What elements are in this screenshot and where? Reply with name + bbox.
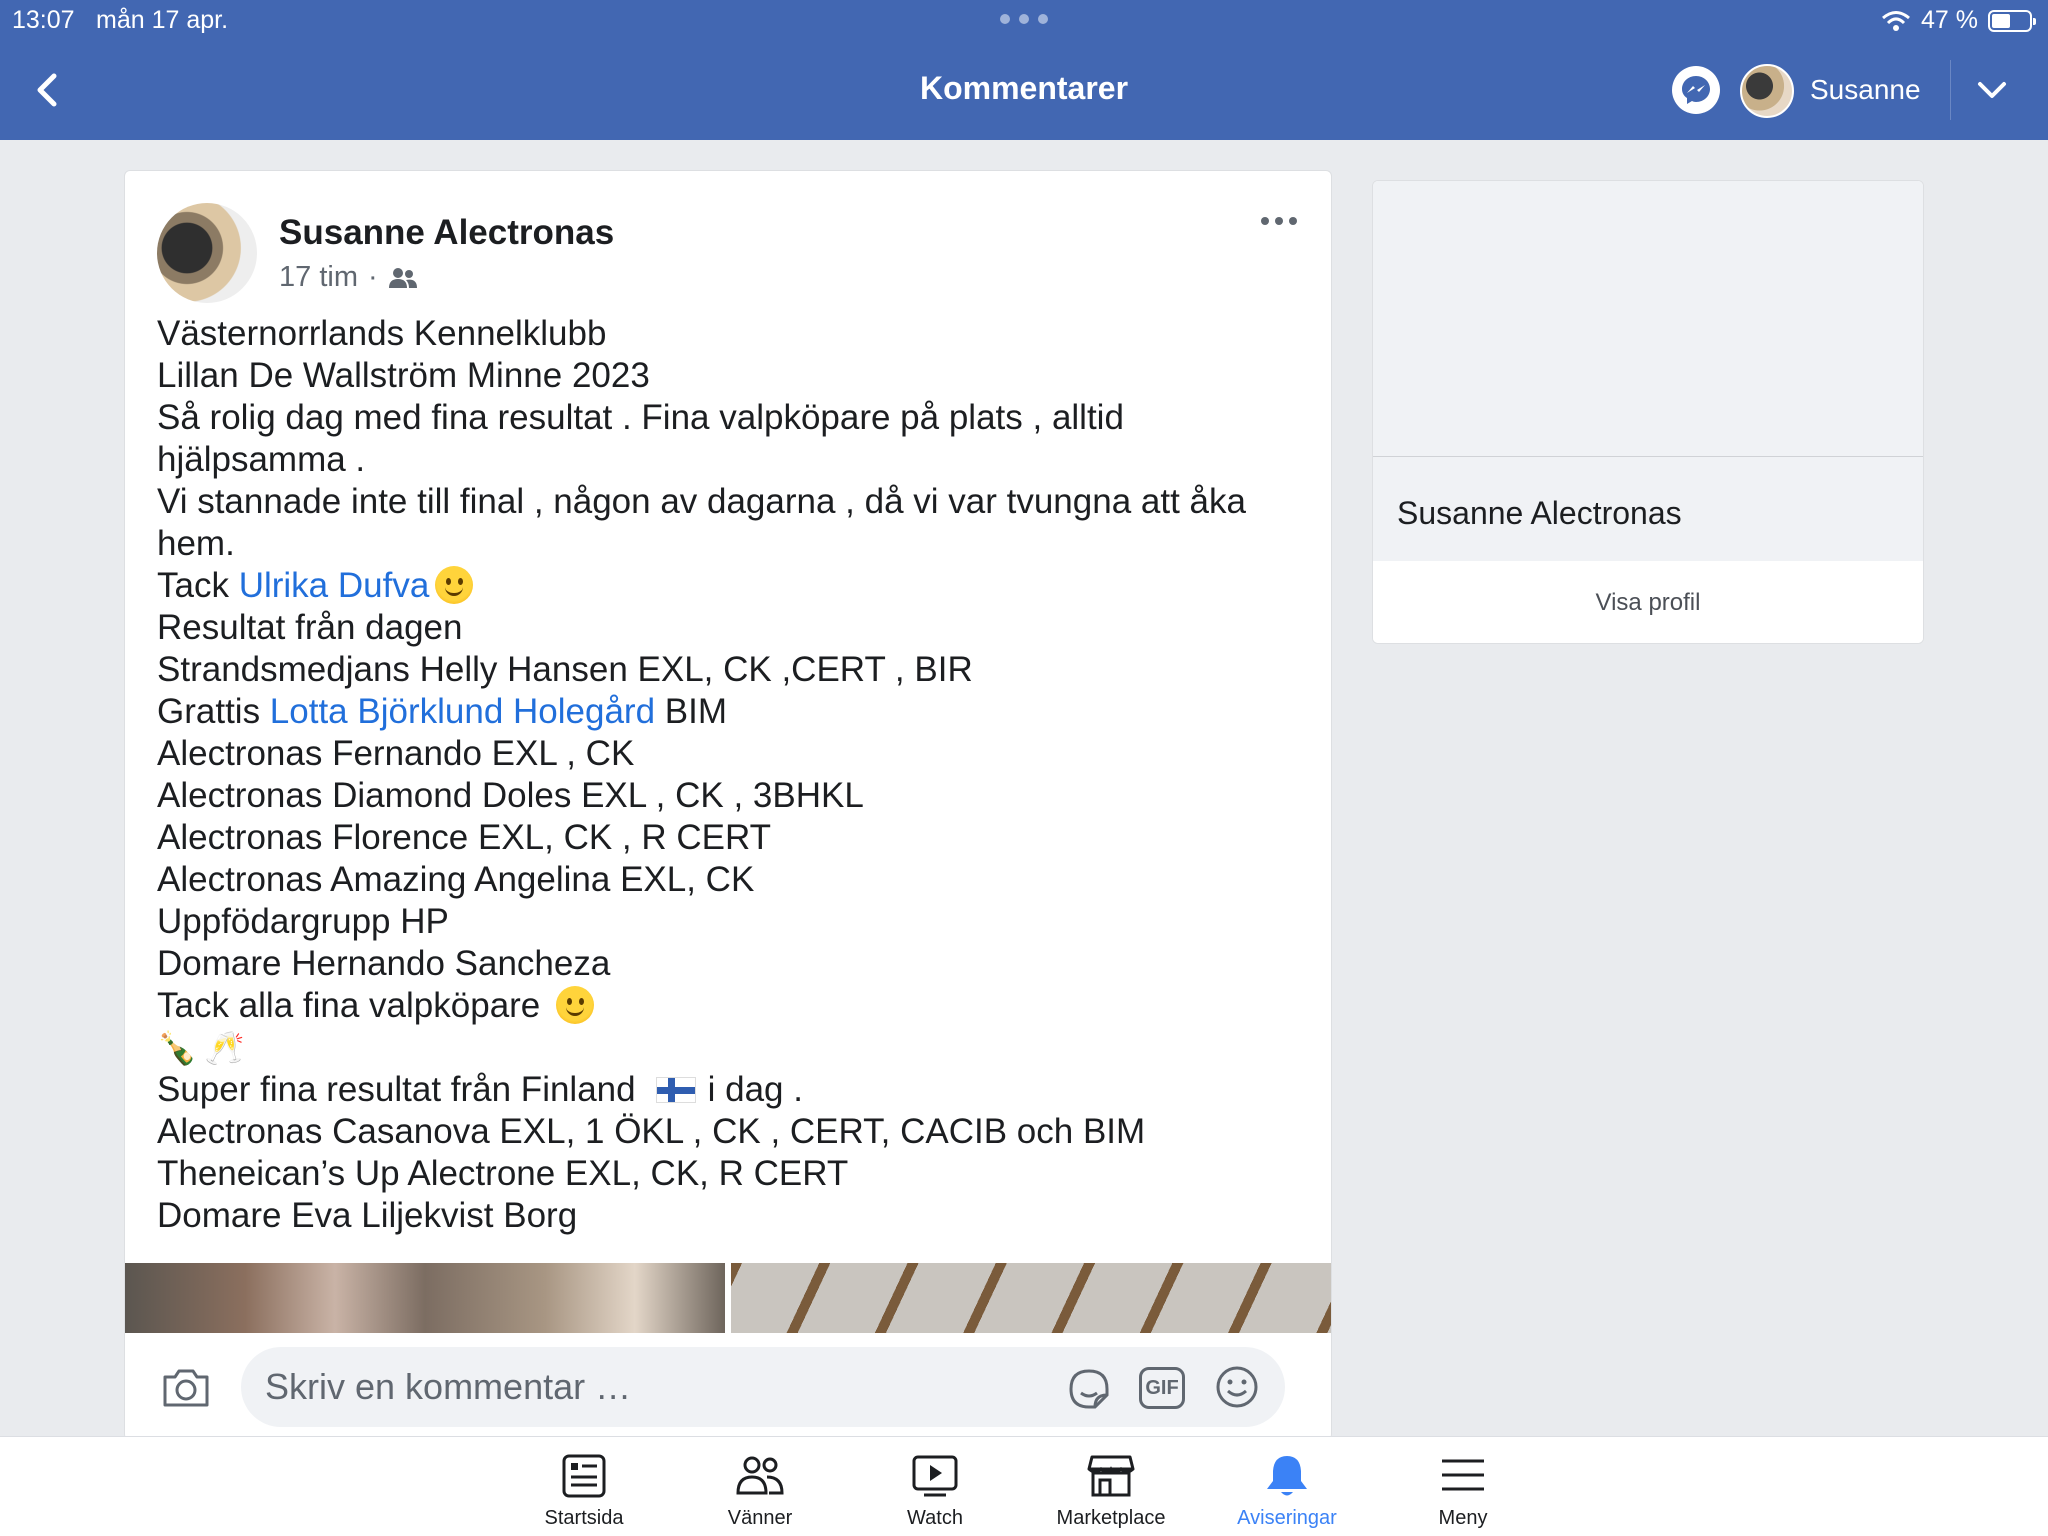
smile-emoji-icon	[435, 566, 474, 604]
wifi-icon	[1882, 10, 1910, 31]
tab-meny[interactable]: Meny	[1383, 1437, 1543, 1536]
friends-icon	[736, 1456, 784, 1495]
line-prefix: Tack	[157, 566, 239, 605]
bell-icon	[1267, 1456, 1307, 1496]
champagne-emoji-icon: 🍾🥂	[157, 1029, 253, 1067]
post-line: Alectronas Florence EXL, CK , R CERT	[157, 818, 772, 857]
post-photo[interactable]	[731, 1263, 1331, 1333]
mention-link[interactable]: Ulrika Dufva	[239, 566, 430, 605]
post-line: Domare Hernando Sancheza	[157, 944, 611, 983]
tab-label: Watch	[907, 1507, 963, 1529]
watch-icon	[912, 1455, 958, 1497]
line-prefix: Grattis	[157, 692, 270, 731]
post-line: Tack Ulrika Dufva	[157, 565, 1307, 607]
battery-icon	[1988, 9, 2036, 32]
smile-emoji-icon	[556, 986, 595, 1024]
tab-label: Startsida	[544, 1507, 624, 1529]
finland-flag-icon	[655, 1077, 696, 1103]
post-line: Uppfödargrupp HP	[157, 902, 449, 941]
profile-card: Susanne Alectronas Visa profil	[1372, 180, 1924, 644]
tab-vanner[interactable]: Vänner	[680, 1437, 840, 1536]
camera-icon[interactable]	[161, 1365, 211, 1409]
view-profile-button[interactable]: Visa profil	[1373, 561, 1923, 643]
post-line: Alectronas Casanova EXL, 1 ÖKL , CK , CE…	[157, 1112, 1146, 1151]
post-author[interactable]: Susanne Alectronas	[279, 213, 614, 253]
post-line: hjälpsamma .	[157, 440, 366, 479]
more-options-icon[interactable]	[1261, 217, 1297, 229]
tab-label: Vänner	[727, 1507, 793, 1529]
post-line: Tack alla fina valpköpare	[157, 985, 1307, 1027]
post-line: 🍾🥂	[157, 1027, 1307, 1069]
post-line: Domare Eva Liljekvist Borg	[157, 1196, 578, 1235]
post-line: Alectronas Amazing Angelina EXL, CK	[157, 860, 755, 899]
top-bar: 13:07 mån 17 apr. 47 % Kommentarer Susan…	[0, 0, 2048, 140]
multitasking-dots-icon[interactable]	[1000, 14, 1048, 26]
line-suffix: BIM	[655, 692, 727, 731]
comment-input[interactable]	[241, 1347, 1285, 1427]
post-line: hem.	[157, 524, 235, 563]
post-line: Alectronas Diamond Doles EXL , CK , 3BHK…	[157, 776, 864, 815]
post-photos	[125, 1263, 1331, 1333]
mention-link[interactable]: Lotta Björklund Holegård	[270, 692, 655, 731]
tab-label: Aviseringar	[1237, 1507, 1337, 1529]
tab-label: Marketplace	[1056, 1507, 1166, 1529]
post-photo[interactable]	[125, 1263, 725, 1333]
post-line: Super fina resultat från Finland i dag .	[157, 1069, 1307, 1111]
comment-composer: GIF	[125, 1333, 1331, 1439]
post-meta: 17 tim ·	[279, 261, 418, 294]
author-avatar[interactable]	[157, 203, 257, 303]
tab-watch[interactable]: Watch	[855, 1437, 1015, 1536]
tab-marketplace[interactable]: Marketplace	[1031, 1437, 1191, 1536]
header-user-name[interactable]: Susanne	[1810, 74, 1921, 106]
menu-icon	[1442, 1459, 1484, 1491]
post-line: Strandsmedjans Helly Hansen EXL, CK ,CER…	[157, 650, 973, 689]
profile-name[interactable]: Susanne Alectronas	[1397, 495, 1682, 532]
header-divider	[1950, 60, 1951, 120]
tab-startsida[interactable]: Startsida	[504, 1437, 664, 1536]
bottom-tab-bar: Startsida Vänner Watch Marketplace Avise…	[0, 1436, 2048, 1536]
post-line: Lillan De Wallström Minne 2023	[157, 356, 650, 395]
news-feed-icon	[562, 1454, 606, 1498]
post-line: Grattis Lotta Björklund Holegård BIM	[157, 691, 1307, 733]
tab-label: Meny	[1438, 1507, 1488, 1529]
tab-aviseringar[interactable]: Aviseringar	[1207, 1437, 1367, 1536]
chevron-down-icon[interactable]	[1974, 76, 2010, 104]
line-prefix: Super fina resultat från Finland	[157, 1070, 636, 1109]
emoji-icon[interactable]	[1215, 1365, 1259, 1409]
post-time[interactable]: 17 tim	[279, 261, 358, 294]
gif-icon[interactable]: GIF	[1139, 1367, 1185, 1409]
post-line: Vi stannade inte till final , någon av d…	[157, 482, 1246, 521]
status-time: 13:07	[12, 6, 75, 34]
friends-audience-icon	[388, 267, 417, 288]
post-line: Västernorrlands Kennelklubb	[157, 314, 607, 353]
marketplace-icon	[1087, 1455, 1135, 1497]
post-card: Susanne Alectronas 17 tim · Västernorrla…	[124, 170, 1332, 1440]
messenger-icon[interactable]	[1672, 66, 1720, 114]
post-line: Alectronas Fernando EXL , CK	[157, 734, 635, 773]
post-text: Västernorrlands Kennelklubb Lillan De Wa…	[157, 313, 1307, 1237]
post-line: Resultat från dagen	[157, 608, 463, 647]
post-line: Theneican’s Up Alectrone EXL, CK, R CERT	[157, 1154, 849, 1193]
profile-cover	[1373, 181, 1923, 457]
meta-separator: ·	[367, 261, 378, 293]
status-date: mån 17 apr.	[96, 6, 229, 34]
line-text: Tack alla fina valpköpare	[157, 986, 541, 1025]
sticker-icon[interactable]	[1067, 1367, 1111, 1411]
avatar[interactable]	[1740, 64, 1794, 118]
messenger-glyph-icon	[1682, 76, 1710, 104]
line-suffix: i dag .	[707, 1070, 803, 1109]
status-right: 47 %	[1881, 6, 2036, 35]
post-line: Så rolig dag med fina resultat . Fina va…	[157, 398, 1124, 437]
battery-percent: 47 %	[1921, 6, 1978, 34]
